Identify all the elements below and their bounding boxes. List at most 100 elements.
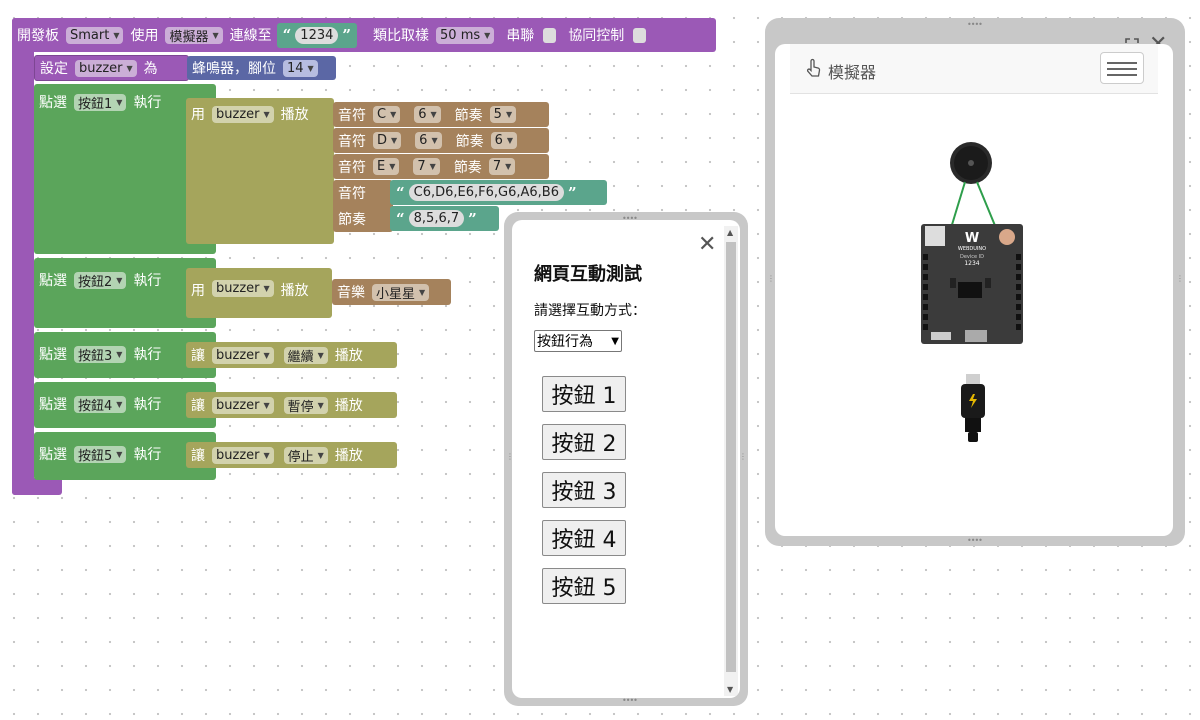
test-panel[interactable]: •••• •••• ⋮ ⋮ ✕ 網頁互動測試 請選擇互動方式： 按鈕行為 ▼ 按… [504, 212, 748, 706]
play-label: 播放 [334, 348, 363, 364]
beat-label: 節奏 [455, 133, 484, 150]
note-block-3[interactable]: 音符 E ▼ 7 ▼ 節奏 7 ▼ [333, 154, 549, 179]
sampling-dropdown[interactable]: 50 ms ▼ [436, 26, 495, 44]
resize-grip-right[interactable]: ⋮ [739, 452, 747, 461]
resize-grip-right[interactable]: ⋮ [1176, 274, 1184, 283]
note-dropdown[interactable]: D ▼ [373, 132, 402, 149]
pin-dropdown[interactable]: 14 ▼ [283, 59, 318, 77]
play2-var-dropdown[interactable]: buzzer ▼ [212, 280, 274, 297]
action-block-2[interactable]: 讓 buzzer ▼ 暫停 ▼ 播放 [186, 392, 397, 418]
scrollbar-thumb[interactable] [726, 242, 736, 672]
music-dropdown[interactable]: 小星星 ▼ [372, 283, 430, 302]
scroll-up-icon[interactable]: ▲ [727, 228, 733, 237]
hamburger-menu-icon[interactable] [1100, 52, 1144, 84]
device-id-block[interactable]: “ 1234 ” [276, 22, 358, 48]
close-icon[interactable]: ✕ [698, 234, 716, 256]
scroll-down-icon[interactable]: ▼ [727, 685, 733, 694]
action-dropdown[interactable]: 繼續 ▼ [283, 346, 328, 365]
action-var-dropdown[interactable]: buzzer ▼ [212, 346, 274, 364]
serial-checkbox[interactable] [543, 27, 557, 43]
button4-dropdown[interactable]: 按鈕4 ▼ [74, 395, 127, 414]
dropdown-arrow-icon: ▼ [263, 450, 270, 460]
beats-string-field[interactable]: 8,5,6,7 [408, 210, 465, 227]
beat-dropdown[interactable]: 5 ▼ [489, 106, 517, 123]
close-quote-icon: ” [568, 183, 577, 202]
usb-cable-icon [961, 374, 985, 442]
dropdown-arrow-icon: ▼ [113, 30, 120, 40]
board-dropdown[interactable]: Smart ▼ [66, 26, 124, 44]
dropdown-arrow-icon: ▼ [116, 97, 123, 107]
buzzer-device-block[interactable]: 蜂鳴器，腳位 14 ▼ [187, 56, 336, 80]
button5-dropdown[interactable]: 按鈕5 ▼ [74, 445, 127, 464]
do-label: 執行 [133, 347, 162, 363]
close-quote-icon: ” [342, 26, 352, 44]
simulator-panel[interactable]: •••• •••• ⋮ ⋮ ✕ 模擬器 W [765, 18, 1185, 546]
board-value: Smart [70, 27, 110, 43]
note-label: 音符 [338, 107, 366, 124]
test-button-1[interactable]: 按鈕 1 [542, 376, 626, 412]
note-label: 音符 [338, 159, 366, 176]
play-block-2[interactable]: 用 buzzer ▼ 播放 [186, 268, 332, 318]
action-var-dropdown[interactable]: buzzer ▼ [212, 396, 274, 414]
music-value: 小星星 [376, 286, 416, 302]
dropdown-arrow-icon: ▼ [307, 63, 314, 73]
test-button-5[interactable]: 按鈕 5 [542, 568, 626, 604]
test-button-4[interactable]: 按鈕 4 [542, 520, 626, 556]
button3-dropdown[interactable]: 按鈕3 ▼ [74, 345, 127, 364]
note-value: E [377, 159, 386, 174]
interaction-select[interactable]: 按鈕行為 ▼ [534, 330, 622, 352]
resize-grip-bottom[interactable]: •••• [967, 536, 983, 545]
resize-grip-top[interactable]: •••• [967, 20, 983, 29]
use-label: 使用 [130, 28, 159, 44]
beat-dropdown[interactable]: 6 ▼ [490, 132, 518, 149]
dropdown-arrow-icon: ▼ [263, 400, 270, 410]
mode-dropdown[interactable]: 模擬器 ▼ [165, 26, 223, 45]
note-dropdown[interactable]: E ▼ [373, 158, 400, 175]
pin-value: 14 [287, 60, 304, 76]
var-value: buzzer [216, 281, 260, 296]
notes-string-block[interactable]: “ C6,D6,E6,F6,G6,A6,B6 ” [390, 180, 607, 205]
buzzer-pin-label: 蜂鳴器，腳位 [192, 61, 276, 77]
music-block[interactable]: 音樂 小星星 ▼ [332, 279, 451, 305]
action-block-1[interactable]: 讓 buzzer ▼ 繼續 ▼ 播放 [186, 342, 397, 368]
coop-checkbox[interactable] [633, 27, 647, 43]
use-label: 用 [191, 107, 205, 123]
buzzer-var-dropdown[interactable]: buzzer ▼ [75, 59, 137, 77]
action-dropdown[interactable]: 暫停 ▼ [283, 396, 328, 415]
dropdown-arrow-icon: ▼ [505, 162, 512, 171]
action-var-dropdown[interactable]: buzzer ▼ [212, 446, 274, 464]
scrollbar[interactable]: ▲ ▼ [724, 226, 738, 696]
octave-dropdown[interactable]: 7 ▼ [413, 158, 440, 175]
dropdown-arrow-icon: ▼ [116, 275, 123, 285]
beat-dropdown[interactable]: 7 ▼ [488, 158, 516, 175]
octave-value: 6 [419, 133, 428, 148]
action-dropdown[interactable]: 停止 ▼ [283, 446, 328, 465]
resize-grip-left[interactable]: ⋮ [767, 274, 775, 283]
use-label: 用 [191, 283, 205, 299]
play-var-dropdown[interactable]: buzzer ▼ [212, 105, 274, 123]
button1-dropdown[interactable]: 按鈕1 ▼ [74, 93, 127, 112]
note-block-1[interactable]: 音符 C ▼ 6 ▼ 節奏 5 ▼ [333, 102, 549, 127]
action-block-3[interactable]: 讓 buzzer ▼ 停止 ▼ 播放 [186, 442, 397, 468]
notes-string-field[interactable]: C6,D6,E6,F6,G6,A6,B6 [408, 184, 564, 201]
dropdown-arrow-icon: ▼ [391, 136, 398, 145]
note-dropdown[interactable]: C ▼ [373, 106, 401, 123]
var-value: buzzer [79, 60, 123, 76]
set-buzzer-block[interactable]: 設定 buzzer ▼ 為 [34, 55, 189, 81]
beats-string-block[interactable]: “ 8,5,6,7 ” [390, 206, 499, 231]
action-value: 暫停 [287, 399, 314, 415]
as-label: 為 [143, 61, 158, 77]
button2-dropdown[interactable]: 按鈕2 ▼ [74, 271, 127, 290]
test-button-2[interactable]: 按鈕 2 [542, 424, 626, 460]
button-value: 按鈕2 [78, 274, 113, 290]
octave-dropdown[interactable]: 6 ▼ [414, 106, 441, 123]
let-label: 讓 [191, 398, 205, 414]
beat-label: 節奏 [454, 107, 483, 124]
svg-text:W: W [965, 231, 979, 246]
board-block[interactable]: 開發板 Smart ▼ 使用 模擬器 ▼ 連線至 “ 1234 ” 類比取樣 50 … [12, 18, 716, 52]
octave-dropdown[interactable]: 6 ▼ [415, 132, 442, 149]
device-id-field[interactable]: 1234 [295, 26, 339, 44]
test-button-3[interactable]: 按鈕 3 [542, 472, 626, 508]
note-block-2[interactable]: 音符 D ▼ 6 ▼ 節奏 6 ▼ [333, 128, 549, 153]
board-block-body[interactable] [12, 18, 34, 495]
